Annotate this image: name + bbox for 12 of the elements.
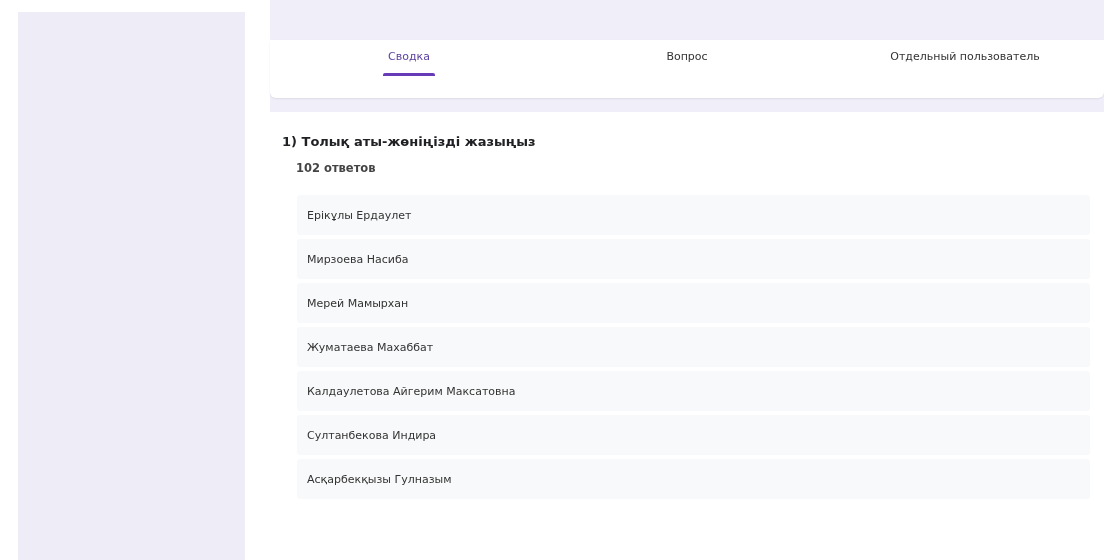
response-count: 102 ответов bbox=[296, 161, 377, 175]
question-title: 1) Толық аты-жөніңізді жазыңыз bbox=[282, 134, 537, 149]
tab[interactable]: Вопрос bbox=[548, 40, 826, 98]
tab[interactable]: Отдельный пользователь bbox=[826, 40, 1104, 98]
answer-row: Мирзоева Насиба bbox=[297, 239, 1090, 279]
answer-row: Мерей Мамырхан bbox=[297, 283, 1090, 323]
answer-row: Калдаулетова Айгерим Максатовна bbox=[297, 371, 1090, 411]
answer-row: Жуматаева Махаббат bbox=[297, 327, 1090, 367]
tab[interactable]: Сводка bbox=[270, 40, 548, 98]
answer-row: Султанбекова Индира bbox=[297, 415, 1090, 455]
answer-row: Ерікұлы Ердаулет bbox=[297, 195, 1090, 235]
answer-row: Асқарбекқызы Гулназым bbox=[297, 459, 1090, 499]
